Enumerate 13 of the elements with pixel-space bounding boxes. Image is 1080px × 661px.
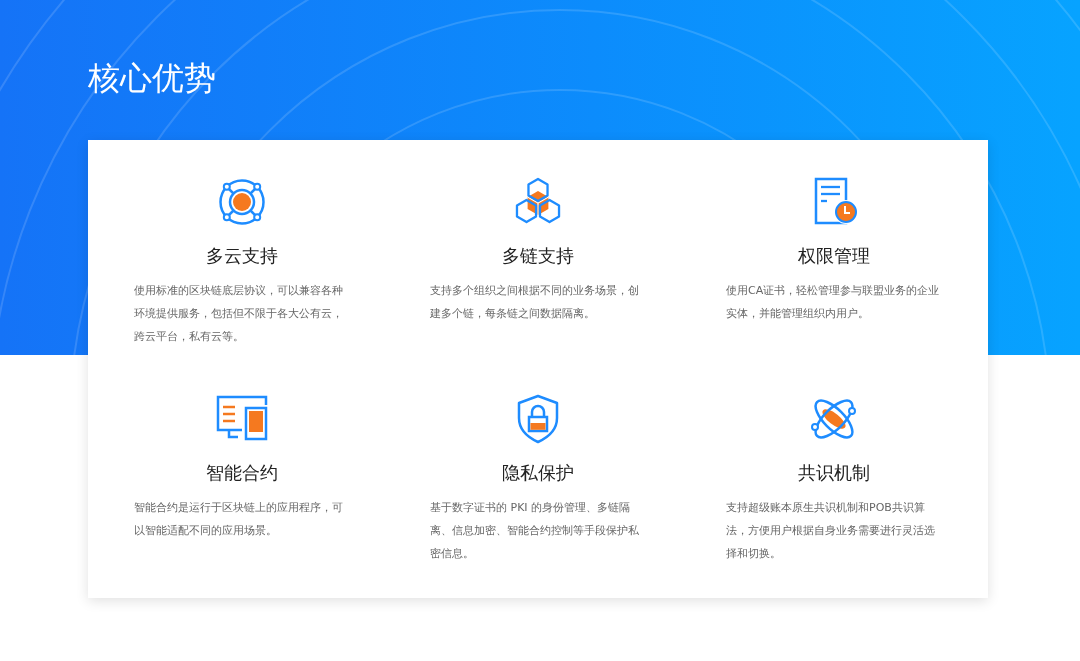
feature-description: 支持多个组织之间根据不同的业务场景，创建多个链，每条链之间数据隔离。 [430, 283, 640, 322]
feature-description: 智能合约是运行于区块链上的应用程序，可以智能适配不同的应用场景。 [134, 500, 344, 539]
feature-description: 支持超级账本原生共识机制和POB共识算法，方便用户根据自身业务需要进行灵活选择和切换。 [726, 500, 936, 562]
feature-title: 多云支持 [206, 244, 278, 268]
feature-description: 使用标准的区块链底层协议，可以兼容各种环境提供服务，包括但不限于各大公有云，跨云平台，私有云等。 [134, 283, 344, 345]
section-title: 核心优势 [88, 58, 216, 98]
feature-description: 使用CA证书，轻松管理参与联盟业务的企业实体，并能管理组织内用户。 [726, 283, 941, 322]
feature-title: 多链支持 [502, 244, 574, 268]
feature-title: 权限管理 [798, 244, 870, 268]
feature-title: 隐私保护 [502, 461, 574, 485]
feature-title: 智能合约 [206, 461, 278, 485]
feature-description: 基于数字证书的 PKI 的身份管理、多链隔离、信息加密、智能合约控制等手段保护私密信息。 [430, 500, 640, 562]
feature-title: 共识机制 [798, 461, 870, 485]
